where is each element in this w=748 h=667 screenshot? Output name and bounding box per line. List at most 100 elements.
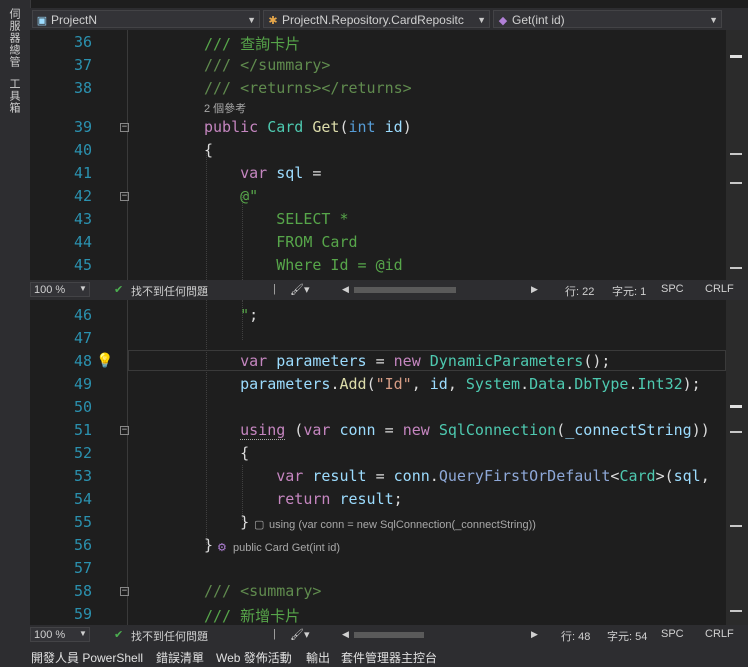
line-number: 40 (73, 141, 92, 159)
horizontal-scroll-thumb[interactable] (354, 632, 424, 638)
scroll-marker (730, 153, 742, 155)
navigation-bar: ▣ ProjectN ▼ ✱ ProjectN.Repository.CardRep… (30, 8, 748, 30)
line-number: 59 (73, 605, 92, 623)
top-pane-status-bar: 100 % ▼ ✔ 找不到任何問題 | 🖌▾ ◀ ▶ 行: 22 字元: 1 S… (30, 280, 748, 300)
line-number: 46 (73, 306, 92, 324)
horizontal-scroll-thumb[interactable] (354, 287, 456, 293)
bottom-pane-status-bar: 100 % ▼ ✔ 找不到任何問題 | 🖌▾ ◀ ▶ 行: 48 字元: 54 … (30, 625, 748, 646)
collapse-toggle[interactable]: − (120, 587, 129, 596)
code-line-43: SELECT * (204, 210, 349, 228)
code-line-39: public Card Get(int id) (204, 118, 412, 136)
code-line-55: } (204, 513, 250, 531)
scroll-thumb[interactable] (730, 55, 742, 58)
scroll-marker (730, 182, 742, 184)
top-editor-pane[interactable]: 36 /// 查詢卡片 37 /// </summary> 38 /// <re… (30, 30, 748, 280)
class-dropdown-label: ProjectN.Repository.CardRepositc (282, 13, 464, 27)
line-number: 56 (73, 536, 92, 554)
member-dropdown-label: Get(int id) (512, 13, 565, 27)
line-ending-indicator[interactable]: CRLF (705, 628, 734, 640)
code-line-58: /// <summary> (204, 582, 322, 600)
issues-status[interactable]: 找不到任何問題 (131, 283, 208, 299)
scroll-marker (730, 267, 742, 269)
line-number: 51 (73, 421, 92, 439)
brush-icon[interactable]: 🖌▾ (290, 283, 310, 296)
whitespace-indicator[interactable]: SPC (661, 628, 684, 640)
code-line-42: @" (240, 187, 259, 205)
csharp-project-icon: ▣ (36, 15, 48, 27)
left-tool-strip: 伺服器總管 工具箱 (0, 0, 31, 646)
line-indicator: 行: 48 (561, 631, 591, 643)
lightbulb-icon[interactable]: 💡 (96, 352, 113, 369)
block-end-hint: public Card Get(int id) (233, 542, 340, 554)
zoom-dropdown[interactable]: 100 % ▼ (30, 627, 90, 642)
line-number: 57 (73, 559, 92, 577)
tab-error-list[interactable]: 錯誤清單 (156, 649, 204, 666)
code-line-56: } (204, 536, 214, 554)
code-line-54: return result; (276, 490, 403, 508)
vertical-scrollbar[interactable] (726, 300, 748, 625)
method-icon: ⚙ (217, 542, 227, 554)
whitespace-indicator[interactable]: SPC (661, 283, 684, 295)
vertical-scrollbar[interactable] (726, 30, 748, 280)
scroll-left-icon[interactable]: ◀ (342, 629, 349, 640)
chevron-down-icon: ▼ (477, 15, 486, 25)
brush-icon[interactable]: 🖌▾ (290, 628, 310, 641)
code-line-37: /// </summary> (204, 56, 331, 74)
issues-status[interactable]: 找不到任何問題 (131, 628, 208, 644)
code-line-36: /// 查詢卡片 (204, 35, 301, 53)
line-number: 38 (73, 79, 92, 97)
line-number: 39 (73, 118, 92, 136)
tab-web-publish-activity[interactable]: Web 發佈活動 (216, 649, 292, 666)
member-dropdown[interactable]: ◆ Get(int id) ▼ (493, 10, 722, 28)
code-line-59: /// 新增卡片 (204, 607, 301, 625)
code-line-41: var sql = (240, 164, 322, 182)
line-indicator: 行: 22 (565, 286, 595, 298)
tool-window-tabs: 開發人員 PowerShell 錯誤清單 Web 發佈活動 輸出 套件管理器主控… (0, 646, 748, 667)
column-indicator: 字元: 1 (612, 286, 647, 298)
codelens-references[interactable]: 2 個參考 (204, 100, 246, 116)
divider: | (273, 283, 276, 295)
zoom-dropdown[interactable]: 100 % ▼ (30, 282, 90, 297)
method-icon: ◆ (498, 15, 508, 27)
tab-output[interactable]: 輸出 (306, 649, 330, 666)
collapse-toggle[interactable]: − (120, 123, 129, 132)
line-ending-indicator[interactable]: CRLF (705, 283, 734, 295)
outline-line (127, 300, 128, 625)
scroll-right-icon[interactable]: ▶ (531, 284, 538, 295)
code-line-52: { (204, 444, 250, 462)
chevron-down-icon: ▼ (79, 629, 87, 638)
scroll-left-icon[interactable]: ◀ (342, 284, 349, 295)
scroll-thumb[interactable] (730, 405, 742, 408)
chevron-down-icon: ▼ (247, 15, 256, 25)
server-explorer-tab[interactable]: 伺服器總管 (6, 8, 22, 68)
line-number: 42 (73, 187, 92, 205)
line-number: 47 (73, 329, 92, 347)
line-number: 50 (73, 398, 92, 416)
class-dropdown[interactable]: ✱ ProjectN.Repository.CardRepositc ▼ (263, 10, 490, 28)
line-number: 43 (73, 210, 92, 228)
tab-developer-powershell[interactable]: 開發人員 PowerShell (31, 649, 143, 666)
code-line-48: var parameters = new DynamicParameters()… (240, 352, 611, 370)
line-number: 45 (73, 256, 92, 274)
line-number: 53 (73, 467, 92, 485)
block-end-hint: using (var conn = new SqlConnection(_con… (269, 519, 536, 531)
tab-package-manager-console[interactable]: 套件管理器主控台 (341, 649, 437, 666)
code-line-46: "; (240, 306, 259, 324)
chevron-down-icon: ▼ (709, 15, 718, 25)
line-number: 44 (73, 233, 92, 251)
collapse-toggle[interactable]: − (120, 426, 129, 435)
chevron-down-icon: ▼ (79, 284, 87, 293)
check-circle-icon: ✔ (114, 284, 124, 296)
collapse-toggle[interactable]: − (120, 192, 129, 201)
bottom-editor-pane[interactable]: 46 "; 47 48 💡 var parameters = new Dynam… (30, 300, 748, 625)
column-indicator: 字元: 54 (607, 631, 648, 643)
toolbox-tab[interactable]: 工具箱 (6, 78, 22, 114)
line-number: 58 (73, 582, 92, 600)
line-number: 52 (73, 444, 92, 462)
code-line-45: Where Id = @id (204, 256, 403, 274)
structure-hint-icon: ▢ (254, 519, 265, 531)
code-line-49: parameters.Add("Id", id, System.Data.DbT… (240, 375, 701, 393)
class-icon: ✱ (268, 15, 278, 27)
scroll-right-icon[interactable]: ▶ (531, 629, 538, 640)
project-dropdown[interactable]: ▣ ProjectN ▼ (32, 10, 260, 28)
